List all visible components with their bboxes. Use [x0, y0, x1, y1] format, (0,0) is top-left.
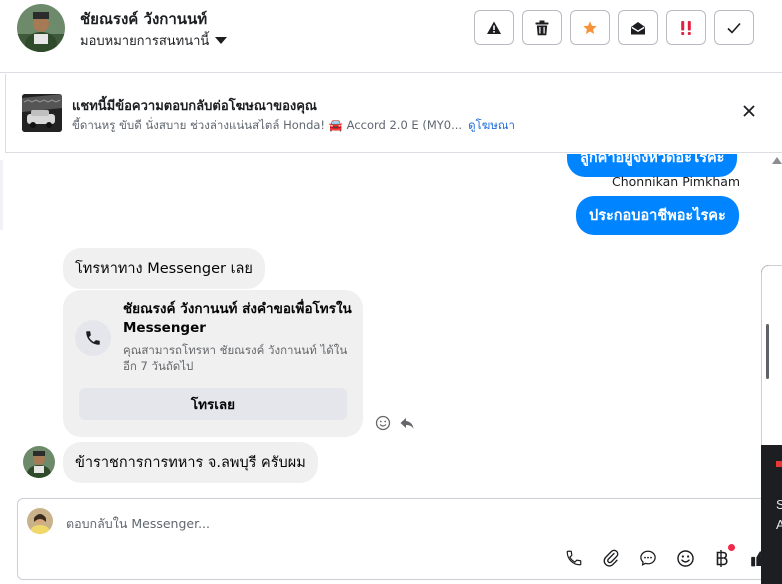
reply-composer [17, 498, 777, 580]
side-panel-header [761, 265, 782, 445]
caret-down-icon [215, 37, 228, 44]
reply-input[interactable] [66, 513, 746, 533]
call-request-description: คุณสามารถโทรหา ชัยณรงค์ วังกานนท์ ได้ในอ… [123, 343, 348, 373]
ad-banner-title: แชทนี้มีข้อความตอบกลับต่อโฆษณาของคุณ [72, 99, 317, 114]
baht-icon [716, 549, 728, 567]
reply-arrow-icon[interactable] [399, 415, 415, 431]
star-icon [583, 20, 597, 34]
header-actions [474, 10, 754, 45]
notification-dot [728, 544, 735, 551]
call-button[interactable] [562, 546, 586, 570]
side-chat-panel[interactable]: S A [761, 265, 782, 584]
contact-avatar[interactable] [17, 4, 65, 52]
outgoing-message[interactable]: ประกอบอาชีพอะไรคะ [576, 196, 739, 235]
sender-name-label: Chonnikan Pimkham [612, 174, 741, 189]
contact-name[interactable]: ชัยณรงค์ วังกานนท์ [80, 7, 207, 31]
conversation-header: ชัยณรงค์ วังกานนท์ มอบหมายการสนทนานี้ [0, 0, 782, 73]
priority-button[interactable] [666, 10, 706, 45]
side-panel-text: S [776, 497, 782, 512]
left-scroll-edge [0, 160, 3, 230]
page-avatar [27, 508, 53, 534]
scroll-up-arrow-icon[interactable] [772, 157, 782, 164]
report-spam-button[interactable] [474, 10, 514, 45]
payment-button[interactable] [710, 544, 735, 570]
emoji-button[interactable] [673, 546, 697, 570]
assign-label: มอบหมายการสนทนานี้ [80, 34, 210, 49]
close-icon [743, 105, 755, 117]
double-exclamation-icon [681, 20, 691, 35]
envelope-open-icon [631, 21, 645, 34]
call-request-title: ชัยณรงค์ วังกานนท์ ส่งคำขอเพื่อโทรใน Mes… [123, 301, 352, 336]
warning-icon [487, 21, 501, 34]
ad-thumbnail[interactable] [22, 94, 62, 132]
mark-unread-button[interactable] [618, 10, 658, 45]
side-panel-text: A [776, 517, 782, 532]
composer-toolbar [562, 544, 771, 570]
close-banner-button[interactable] [742, 103, 758, 119]
incoming-message[interactable]: โทรหาทาง Messenger เลย [63, 248, 265, 289]
side-flag-icon [776, 461, 782, 467]
smiley-icon [676, 549, 694, 567]
side-panel-scrollbar[interactable] [766, 324, 769, 379]
ad-reply-banner: แชทนี้มีข้อความตอบกลับต่อโฆษณาของคุณ ขี้… [5, 74, 782, 153]
trash-icon [535, 20, 549, 35]
phone-icon [86, 331, 100, 345]
follow-up-button[interactable] [570, 10, 610, 45]
message-actions [375, 415, 415, 431]
phone-icon-circle [75, 320, 111, 356]
ad-banner-subtitle: ขี้ดานหรู ขับดี นั่งสบาย ช่วงล่างแน่นสไต… [72, 117, 515, 135]
view-ad-link[interactable]: ดูโฆษณา [468, 118, 515, 132]
attach-file-button[interactable] [599, 546, 623, 570]
ad-text: ขี้ดานหรู ขับดี นั่งสบาย ช่วงล่างแน่นสไต… [72, 118, 463, 132]
incoming-message[interactable]: ข้าราชการการทหาร จ.ลพบุรี ครับผม [63, 442, 318, 483]
call-request-card[interactable]: ชัยณรงค์ วังกานนท์ ส่งคำขอเพื่อโทรใน Mes… [63, 290, 363, 437]
chat-bubble-icon [640, 550, 656, 566]
contact-avatar-small[interactable] [23, 446, 55, 478]
react-smiley-icon[interactable] [375, 415, 391, 431]
paperclip-icon [603, 549, 619, 567]
assign-conversation-dropdown[interactable]: มอบหมายการสนทนานี้ [80, 30, 228, 51]
check-icon [727, 22, 741, 34]
call-now-button[interactable]: โทรเลย [79, 388, 347, 420]
delete-button[interactable] [522, 10, 562, 45]
phone-icon [566, 550, 582, 566]
message-thread[interactable]: ลูกค้าอยู่จังหวัดอะไรคะ Chonnikan Pimkha… [0, 154, 782, 500]
saved-replies-button[interactable] [636, 546, 660, 570]
mark-done-button[interactable] [714, 10, 754, 45]
